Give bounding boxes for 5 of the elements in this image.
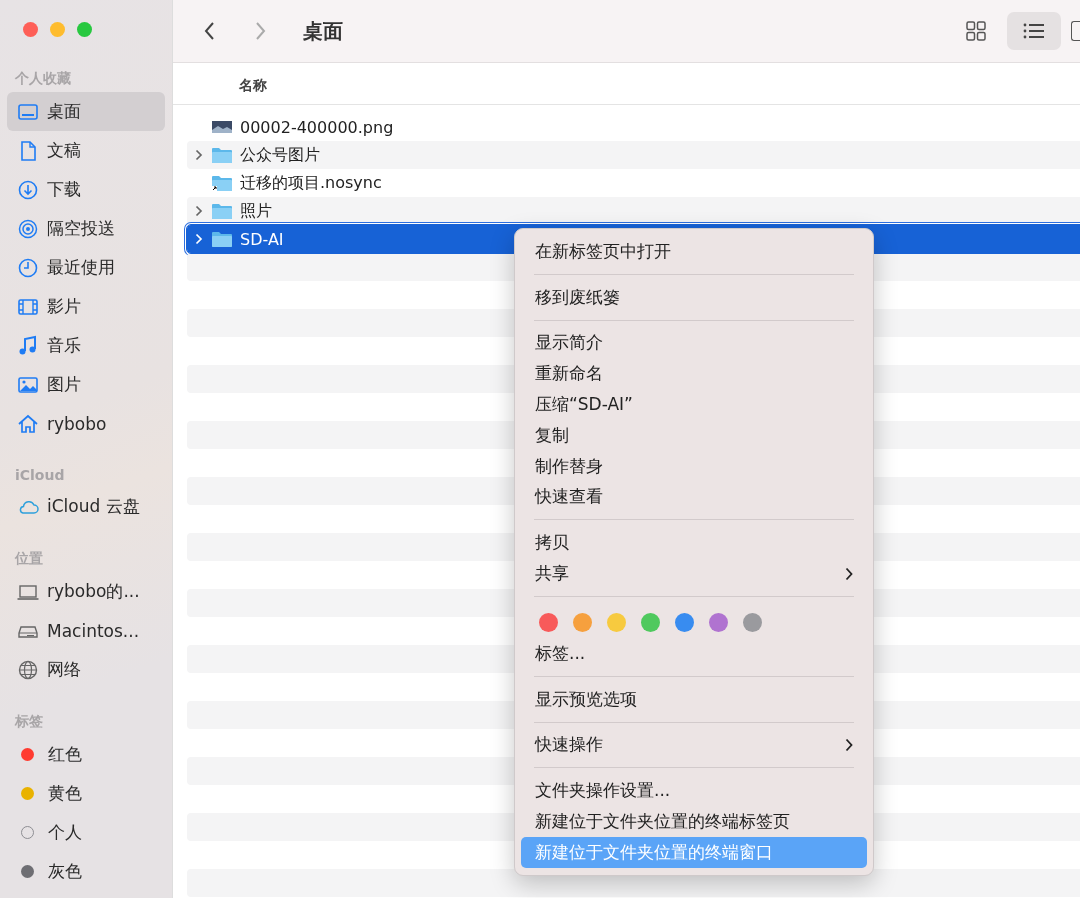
section-title: 位置 (14, 549, 44, 568)
section-title: 标签 (14, 712, 44, 731)
window-title: 桌面 (303, 17, 343, 45)
section-title: 个人收藏 (14, 69, 72, 88)
section-title: iCloud (14, 466, 66, 485)
